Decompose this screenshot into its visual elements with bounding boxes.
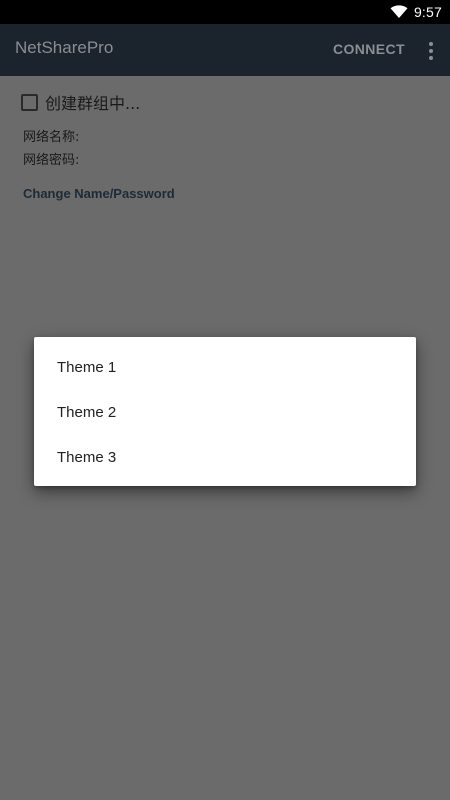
network-password-label: 网络密码: [23, 153, 80, 168]
create-group-checkbox-row[interactable]: 创建群组中... [21, 90, 140, 114]
app-title: NetSharePro [15, 38, 114, 57]
theme-option-3[interactable]: Theme 3 [34, 435, 416, 480]
create-group-checkbox[interactable] [21, 93, 38, 111]
theme-dialog: Theme 1 Theme 2 Theme 3 [34, 337, 416, 486]
connect-button[interactable]: CONNECT [333, 41, 405, 57]
network-name-label: 网络名称: [23, 130, 80, 145]
create-group-label: 创建群组中... [45, 94, 141, 113]
change-name-password-link[interactable]: Change Name/Password [23, 186, 175, 201]
more-vert-icon[interactable] [428, 42, 434, 60]
theme-option-1[interactable]: Theme 1 [34, 345, 416, 390]
app-bar: NetSharePro CONNECT [0, 24, 450, 76]
status-time: 9:57 [413, 4, 442, 20]
status-bar: 9:57 [0, 0, 450, 24]
wifi-icon [390, 5, 408, 19]
theme-option-2[interactable]: Theme 2 [34, 390, 416, 435]
